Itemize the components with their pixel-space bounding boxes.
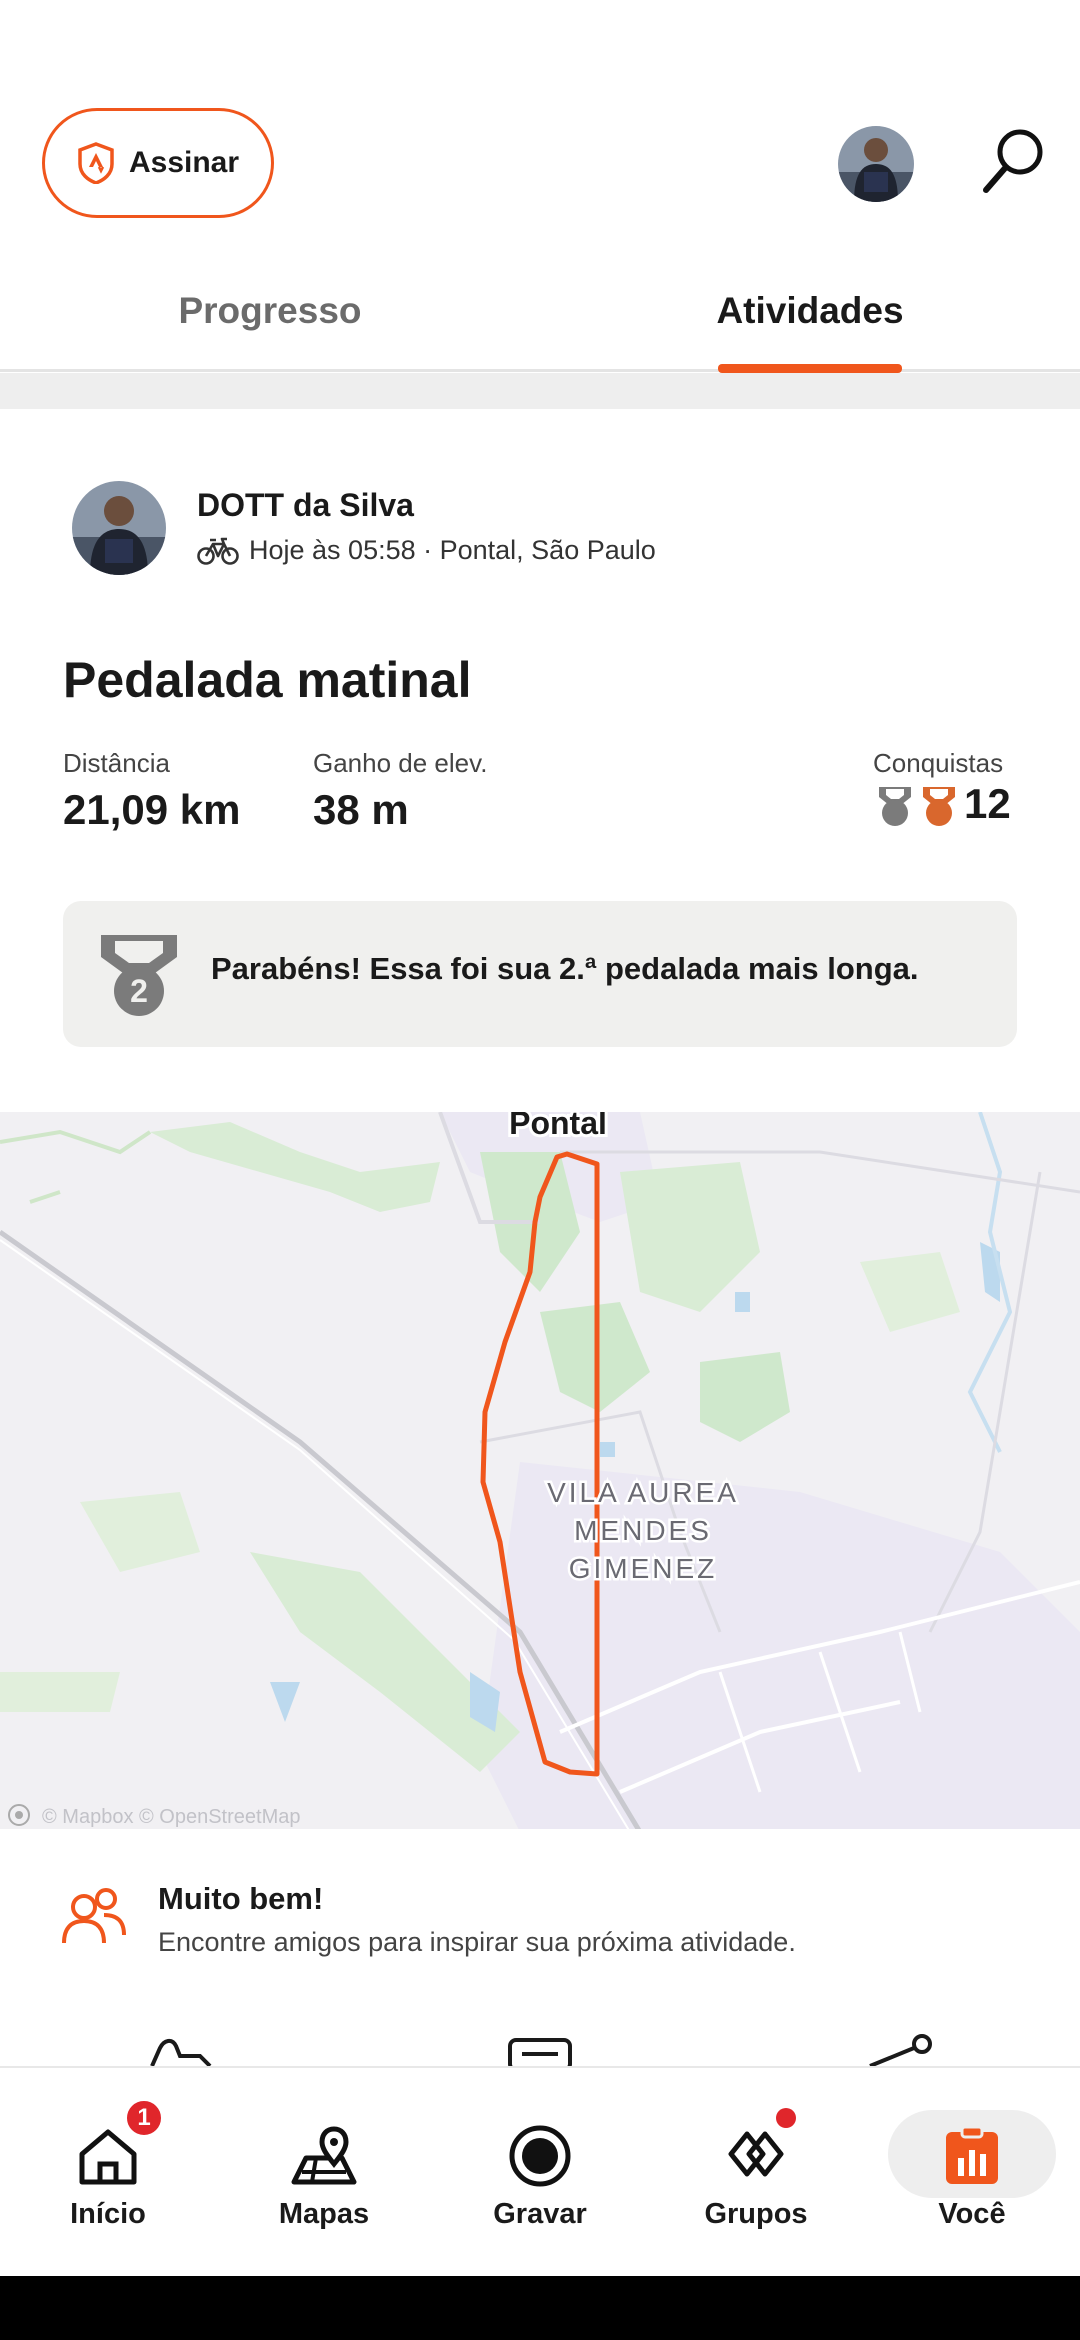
kudos-icon — [150, 2039, 212, 2066]
nav-record-label: Gravar — [493, 2198, 587, 2230]
you-icon — [932, 2116, 1012, 2196]
subscribe-label: Assinar — [128, 146, 240, 179]
silver-medal-icon — [879, 787, 911, 826]
activity-meta-text: Hoje às 05:58 · Pontal, São Paulo — [249, 535, 656, 565]
distance-value: 21,09 km — [63, 786, 241, 833]
nav-maps-label: Mapas — [278, 2198, 370, 2230]
record-icon — [500, 2116, 580, 2196]
nav-groups[interactable]: Grupos — [648, 2068, 864, 2278]
nav-maps[interactable]: Mapas — [216, 2068, 432, 2278]
district-label-3: GIMENEZ — [569, 1553, 718, 1584]
district-label-1: VILA AUREA — [547, 1477, 739, 1508]
subscribe-button[interactable]: Assinar — [42, 108, 274, 218]
activity-card[interactable]: DOTT da Silva Hoje às 05:58 · Pontal, Sã… — [0, 409, 1080, 1832]
friends-icon — [60, 1887, 128, 1952]
nav-you-label: Você — [938, 2198, 1006, 2230]
medal-icon: 2 — [97, 931, 181, 1024]
app-screen: Assinar Progresso Atividades DOTT da Sil… — [0, 0, 1080, 2340]
active-tab-indicator — [718, 364, 902, 373]
nav-home[interactable]: 1 Início — [0, 2068, 216, 2278]
athlete-avatar[interactable] — [72, 481, 166, 575]
route-map[interactable]: Pontal VILA AUREA MENDES GIMENEZ © Mapbo… — [0, 1112, 1080, 1832]
nav-you[interactable]: Você — [864, 2068, 1080, 2278]
search-icon — [983, 129, 1043, 193]
tab-progress[interactable]: Progresso — [0, 290, 540, 332]
find-friends-suggestion[interactable]: Muito bem! Encontre amigos para inspirar… — [0, 1829, 1080, 2064]
achievements-count: 12 — [964, 780, 1011, 827]
section-divider — [0, 373, 1080, 409]
tab-activities[interactable]: Atividades — [540, 290, 1080, 332]
bronze-medal-icon — [923, 787, 955, 826]
nav-groups-label: Grupos — [704, 2198, 808, 2230]
activity-meta: Hoje às 05:58 · Pontal, São Paulo — [197, 535, 656, 566]
elevation-label: Ganho de elev. — [313, 748, 488, 778]
profile-avatar[interactable] — [838, 126, 914, 202]
bike-icon — [197, 537, 239, 565]
town-label: Pontal — [509, 1112, 607, 1141]
nav-home-label: Início — [70, 2198, 146, 2230]
athlete-name[interactable]: DOTT da Silva — [197, 487, 414, 524]
suggestion-title: Muito bem! — [158, 1881, 324, 1916]
distance-label: Distância — [63, 748, 170, 778]
groups-notification-dot — [776, 2108, 796, 2128]
profile-tabs: Progresso Atividades — [0, 270, 1080, 373]
map-attribution: © Mapbox © OpenStreetMap — [42, 1806, 301, 1828]
personal-record-banner[interactable]: 2 Parabéns! Essa foi sua 2.ª pedalada ma… — [63, 901, 1017, 1047]
share-icon — [912, 2034, 932, 2054]
system-navigation-bar — [0, 2276, 1080, 2340]
groups-icon — [716, 2116, 796, 2196]
maps-icon — [284, 2116, 364, 2196]
activity-title[interactable]: Pedalada matinal — [63, 651, 472, 709]
pr-text: Parabéns! Essa foi sua 2.ª pedalada mais… — [211, 951, 919, 986]
elevation-value: 38 m — [313, 786, 409, 833]
search-button[interactable] — [980, 122, 1050, 202]
medal-number: 2 — [130, 973, 148, 1009]
strava-shield-icon — [78, 142, 114, 184]
district-label-2: MENDES — [574, 1515, 712, 1546]
top-header: Assinar — [0, 0, 1080, 250]
nav-record[interactable]: Gravar — [432, 2068, 648, 2278]
notification-badge: 1 — [124, 2098, 164, 2138]
achievements-label: Conquistas — [873, 748, 1004, 778]
bottom-navigation: 1 Início Mapas Gravar Grupos Você — [0, 2066, 1080, 2276]
achievement-medals — [875, 785, 959, 827]
activity-actions-partial — [0, 2030, 1080, 2066]
suggestion-subtitle: Encontre amigos para inspirar sua próxim… — [158, 1927, 796, 1957]
